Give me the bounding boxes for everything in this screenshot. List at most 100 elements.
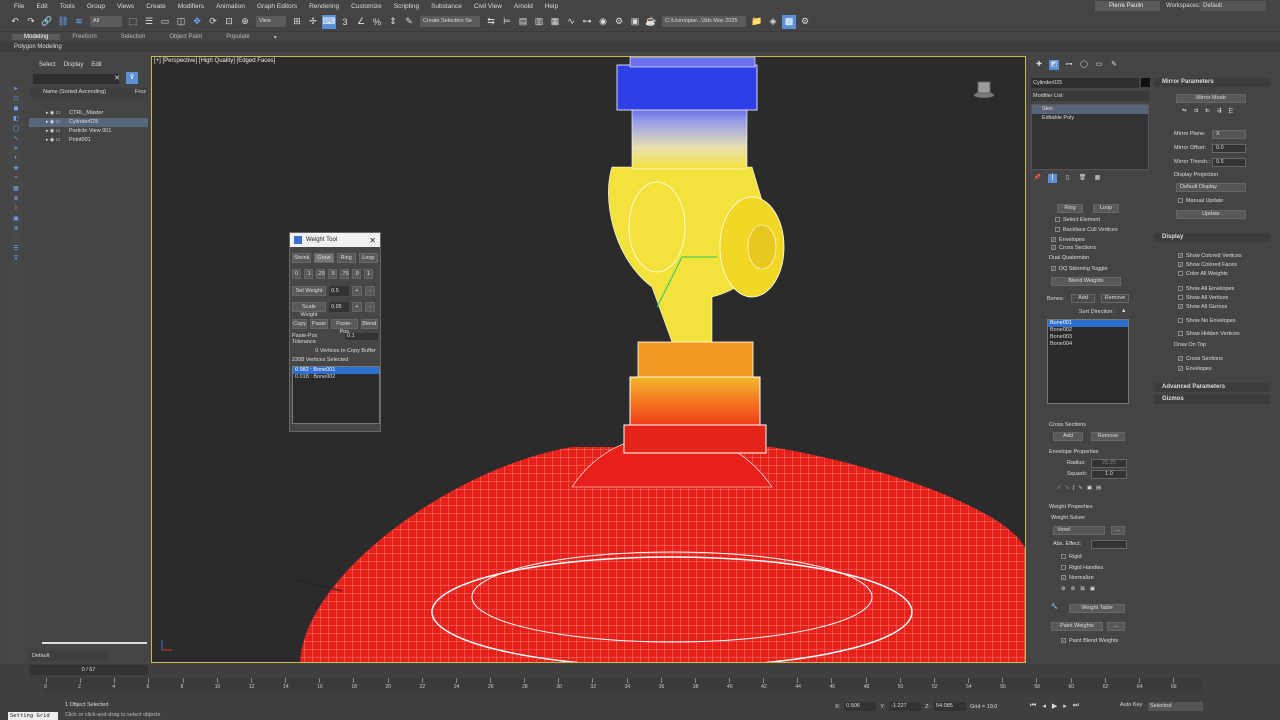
select-manipulate-icon[interactable]: ✢: [306, 15, 320, 29]
increase-weight-button[interactable]: +: [352, 286, 362, 296]
select-element-checkbox[interactable]: Select Element: [1055, 217, 1100, 223]
copy-envelope-icon[interactable]: ▣: [1087, 485, 1092, 492]
add-bone-button[interactable]: Add: [1071, 294, 1095, 303]
rectangle-selection-icon[interactable]: ▭: [158, 15, 172, 29]
copy-button[interactable]: Copy: [292, 319, 308, 329]
mirror-plane-dropdown[interactable]: X: [1212, 130, 1246, 139]
select-excluded-icon[interactable]: ⊠: [1080, 586, 1085, 592]
filter-funnel-icon[interactable]: ⊽: [10, 255, 22, 264]
mirror-thresh-spinner[interactable]: 0.5: [1212, 158, 1246, 167]
stack-item-editable-poly[interactable]: Editable Poly: [1032, 114, 1148, 123]
percent-snap-icon[interactable]: %: [370, 15, 384, 29]
visibility-icon[interactable]: ▸ ◉ ▭: [46, 109, 66, 118]
snaps-toggle-icon[interactable]: 3: [338, 15, 352, 29]
maxscript-listener[interactable]: Setting Grid: [8, 712, 58, 720]
radius-spinner[interactable]: 25.25: [1091, 459, 1127, 468]
bones-list[interactable]: Bone001 Bone002 Bone003 Bone004: [1047, 319, 1129, 404]
display-option-checkbox[interactable]: Show All Vertices: [1178, 295, 1228, 301]
geometry-filter-icon[interactable]: ◯: [10, 125, 22, 134]
menu-edit[interactable]: Edit: [30, 3, 53, 10]
layer-dropdown[interactable]: Default: [29, 651, 109, 661]
paste-button[interactable]: Paste: [310, 319, 328, 329]
menu-graph-editors[interactable]: Graph Editors: [251, 3, 303, 10]
dq-skinning-checkbox[interactable]: ✓ DQ Skinning Toggle: [1051, 266, 1108, 272]
weight-solver-dropdown[interactable]: Voxel: [1053, 526, 1105, 535]
clear-search-icon[interactable]: ✕: [113, 74, 121, 84]
frozen-filter-icon[interactable]: ❄: [10, 225, 22, 234]
all-filter-icon[interactable]: ☰: [10, 245, 22, 254]
visibility-icon[interactable]: ▸ ◉ ▭: [46, 118, 66, 127]
decrease-weight-button[interactable]: -: [365, 286, 375, 296]
bone-list-item[interactable]: Bone003: [1048, 334, 1128, 341]
motion-tab-icon[interactable]: ◯: [1079, 60, 1089, 70]
squash-spinner[interactable]: 1.0: [1091, 470, 1127, 479]
configure-modifier-sets-icon[interactable]: ▦: [1093, 174, 1102, 183]
advanced-parameters-rollout[interactable]: Advanced Parameters: [1154, 383, 1270, 392]
display-option-checkbox[interactable]: Show Hidden Vertices: [1178, 331, 1240, 337]
angle-snap-icon[interactable]: ∠: [354, 15, 368, 29]
create-tab-icon[interactable]: ✚: [1034, 60, 1044, 70]
menu-animation[interactable]: Animation: [210, 3, 251, 10]
bone-list-item[interactable]: Bone002: [1048, 327, 1128, 334]
bake-weights-icon[interactable]: ▣: [1090, 586, 1095, 592]
paste-pos-button[interactable]: Paste-Pos: [330, 319, 358, 335]
menu-scripting[interactable]: Scripting: [388, 3, 425, 10]
toggle-scene-explorer-icon[interactable]: ▤: [516, 15, 530, 29]
edit-named-selection-icon[interactable]: ✎: [402, 15, 416, 29]
previous-frame-icon[interactable]: ◂: [1042, 702, 1046, 710]
arnold-render-icon[interactable]: ◈: [766, 15, 780, 29]
backface-cull-checkbox[interactable]: Backface Cull Vertices: [1055, 227, 1118, 233]
preset-weight-button[interactable]: 0: [292, 269, 301, 279]
menu-civil-view[interactable]: Civil View: [468, 3, 508, 10]
weight-tool-icon[interactable]: 🔧: [1051, 604, 1058, 610]
select-icon[interactable]: ▸: [10, 85, 22, 94]
loop-button[interactable]: Loop: [358, 253, 378, 263]
abs-effect-spinner[interactable]: [1091, 540, 1127, 549]
filter-toggle-icon[interactable]: ⊽: [126, 72, 138, 84]
close-icon[interactable]: ✕: [369, 236, 376, 245]
remove-cross-section-button[interactable]: Remove: [1091, 432, 1125, 441]
preset-weight-button[interactable]: .1: [304, 269, 313, 279]
select-rotate-icon[interactable]: ⟳: [206, 15, 220, 29]
remove-bone-button[interactable]: Remove: [1101, 294, 1129, 303]
display-tab-icon[interactable]: ▭: [1094, 60, 1104, 70]
arnold-settings-icon[interactable]: ⚙: [798, 15, 812, 29]
lights-filter-icon[interactable]: ☀: [10, 145, 22, 154]
unlink-icon[interactable]: ⛓: [56, 15, 70, 29]
schematic-view-icon[interactable]: ⊶: [580, 15, 594, 29]
paint-blend-checkbox[interactable]: ✓ Paint Blend Weights: [1061, 638, 1118, 644]
bone-list-item[interactable]: Bone004: [1048, 341, 1128, 348]
blend-weights-button[interactable]: Blend Weights: [1051, 277, 1121, 286]
display-rollout[interactable]: Display: [1154, 233, 1270, 242]
modifier-list-dropdown[interactable]: Modifier List: [1031, 91, 1149, 101]
toggle-layer-explorer-icon[interactable]: ▥: [532, 15, 546, 29]
ribbon-tab-modeling[interactable]: Modeling: [12, 34, 61, 40]
time-slider[interactable]: 0 / 67: [29, 665, 148, 675]
reference-coordinate-dropdown[interactable]: View: [256, 16, 286, 27]
material-editor-icon[interactable]: ◉: [596, 15, 610, 29]
workspaces-dropdown[interactable]: Default: [1200, 1, 1266, 11]
auto-key-button[interactable]: Auto Key: [1120, 702, 1142, 708]
display-projection-dropdown[interactable]: Default Display: [1176, 183, 1246, 192]
menu-tools[interactable]: Tools: [54, 3, 81, 10]
go-to-start-icon[interactable]: ⏮: [1030, 702, 1036, 710]
named-selection-sets-dropdown[interactable]: Create Selection Se: [420, 16, 480, 27]
track-bar[interactable]: 0 2 4 6 8 10 12 14 16 18 20 22 24 26 28 30 32 34 36 38 40 42 4…: [42, 678, 1202, 692]
falloff-slow-icon[interactable]: ⟍: [1065, 485, 1069, 492]
paint-weights-button[interactable]: Paint Weights: [1051, 622, 1103, 631]
display-all-icon[interactable]: ◼: [10, 105, 22, 114]
paint-options-button[interactable]: ...: [1107, 622, 1125, 631]
ribbon-tab-object-paint[interactable]: Object Paint: [157, 34, 214, 40]
scene-column-header[interactable]: Name (Sorted Ascending) Froz: [29, 88, 148, 97]
manual-update-checkbox[interactable]: Manual Update: [1178, 198, 1223, 204]
undo-icon[interactable]: ↶: [8, 15, 22, 29]
scene-search-input[interactable]: [33, 74, 119, 84]
menu-rendering[interactable]: Rendering: [303, 3, 345, 10]
preset-weight-button[interactable]: 1: [364, 269, 373, 279]
display-option-checkbox[interactable]: Show No Envelopes: [1178, 318, 1236, 324]
remove-modifier-icon[interactable]: 🗑: [1078, 174, 1087, 183]
hierarchy-tab-icon[interactable]: ⊶: [1064, 60, 1074, 70]
utilities-tab-icon[interactable]: ✎: [1109, 60, 1119, 70]
bones-filter-icon[interactable]: ⌇: [10, 205, 22, 214]
menu-group[interactable]: Group: [81, 3, 111, 10]
